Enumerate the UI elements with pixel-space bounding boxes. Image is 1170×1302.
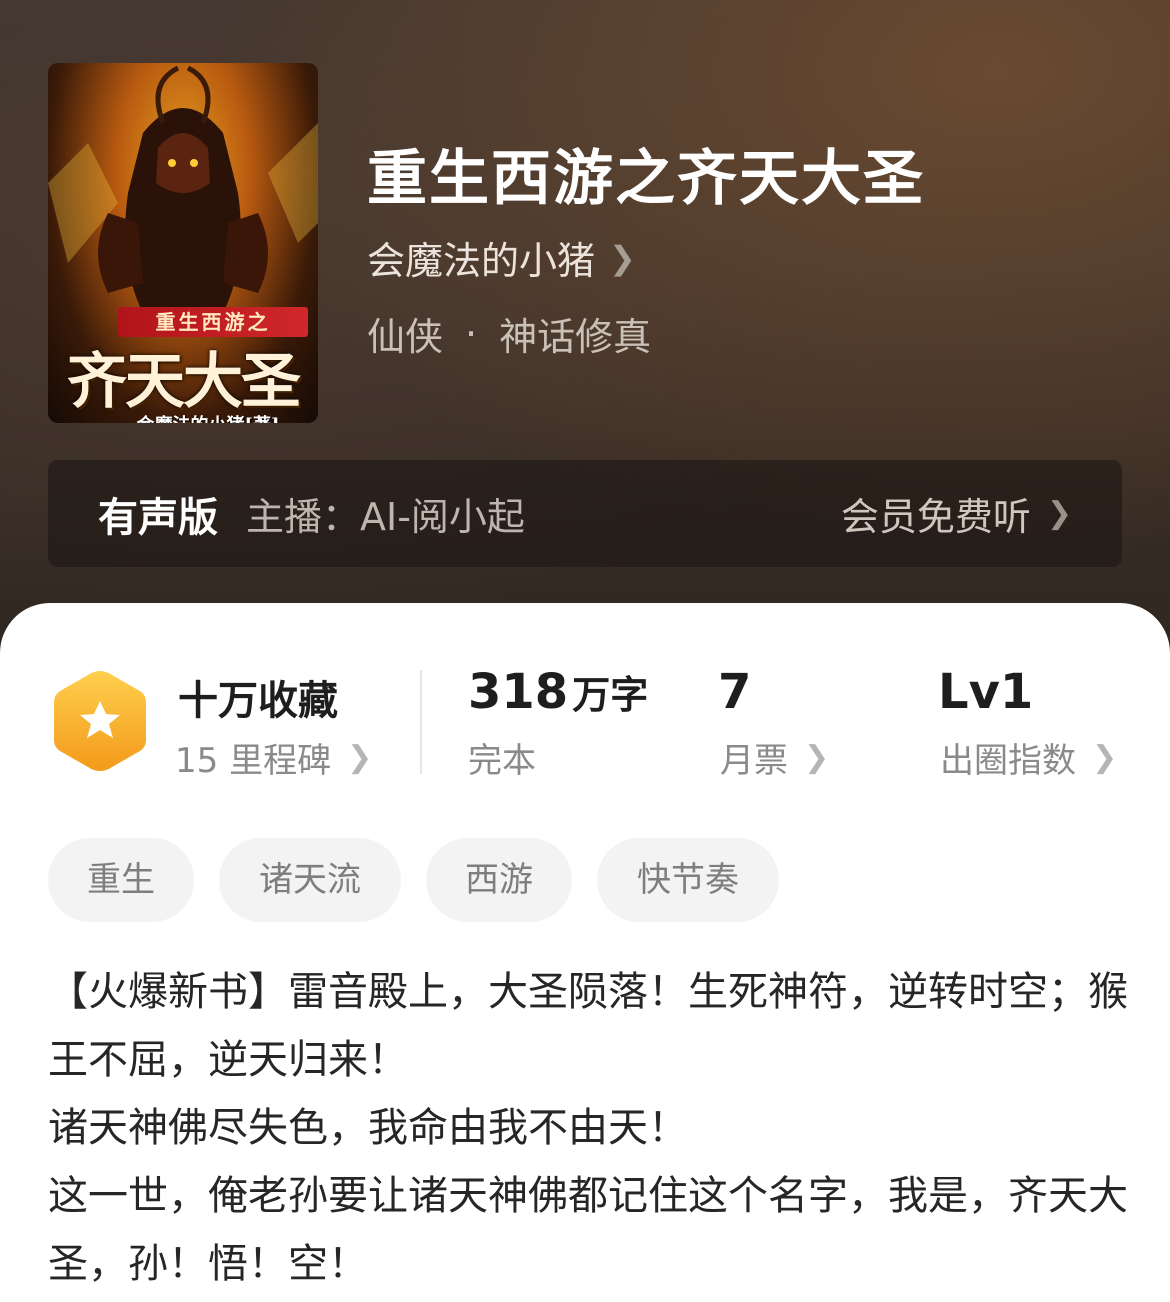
description-paragraph: 诸天神佛尽失色，我命由我不由天！ — [48, 1105, 688, 1151]
genre-separator: · — [465, 311, 478, 356]
monthly-ticket-count: 7 — [718, 664, 752, 720]
collection-title: 十万收藏 — [178, 678, 338, 724]
free-listen-label: 会员免费听 — [840, 495, 1031, 539]
author-name: 会魔法的小猪 — [367, 239, 596, 283]
genre-subcategory: 神话修真 — [499, 315, 652, 359]
genre-category: 仙侠 — [367, 315, 444, 359]
book-title: 重生西游之齐天大圣 — [367, 144, 925, 214]
milestone-link[interactable]: 15 里程碑 ❯ — [175, 733, 372, 782]
completion-status: 完本 — [468, 733, 536, 782]
star-hexagon-icon[interactable] — [50, 667, 150, 775]
cover-author: 会魔法的小猪[著] — [108, 411, 308, 423]
completion-label: 完本 — [468, 741, 536, 781]
chevron-right-icon: ❯ — [804, 740, 830, 775]
popularity-level: Lv1 — [938, 664, 1034, 720]
book-cover[interactable]: 重生西游之 齐天大圣 会魔法的小猪[著] 阅文 — [48, 63, 318, 423]
book-description: 【火爆新书】雷音殿上，大圣陨落！生死神符，逆转时空；猴王不屈，逆天归来！ 诸天神… — [48, 958, 1128, 1298]
chevron-right-icon: ❯ — [1092, 740, 1118, 775]
monthly-ticket-label: 月票 — [720, 741, 788, 781]
tag-chip[interactable]: 快节奏 — [597, 838, 779, 922]
word-count: 318 万字 — [468, 664, 648, 720]
audio-host: 主播：AI-阅小起 — [246, 495, 525, 539]
chevron-right-icon: ❯ — [609, 238, 636, 277]
chevron-right-icon: ❯ — [347, 740, 373, 775]
popularity-index-label: 出圈指数 — [940, 741, 1076, 781]
word-count-unit: 万字 — [572, 673, 649, 717]
author-link[interactable]: 会魔法的小猪 ❯ — [367, 230, 636, 285]
chevron-right-icon: ❯ — [1046, 496, 1072, 531]
milestone-label: 15 里程碑 — [175, 741, 332, 781]
genre-info: 仙侠 · 神话修真 — [367, 306, 651, 361]
monthly-ticket-link[interactable]: 月票 ❯ — [720, 733, 829, 782]
free-listen-button[interactable]: 会员免费听 ❯ — [841, 486, 1072, 541]
tag-chip[interactable]: 重生 — [48, 838, 194, 922]
word-count-value: 318 — [468, 664, 569, 720]
popularity-index-link[interactable]: 出圈指数 ❯ — [940, 733, 1117, 782]
tag-chip[interactable]: 西游 — [426, 838, 572, 922]
tag-chip[interactable]: 诸天流 — [219, 838, 401, 922]
description-paragraph: 【火爆新书】雷音殿上，大圣陨落！生死神符，逆转时空；猴王不屈，逆天归来！ — [48, 969, 1128, 1083]
cover-title: 齐天大圣 — [67, 347, 301, 417]
description-paragraph: 这一世，俺老孙要让诸天神佛都记住这个名字，我是，齐天大圣，孙！悟！空！ — [48, 1173, 1128, 1287]
audio-label: 有声版 — [98, 494, 218, 541]
audiobook-bar[interactable]: 有声版 主播：AI-阅小起 会员免费听 ❯ — [48, 460, 1122, 567]
stats-divider — [420, 670, 422, 774]
